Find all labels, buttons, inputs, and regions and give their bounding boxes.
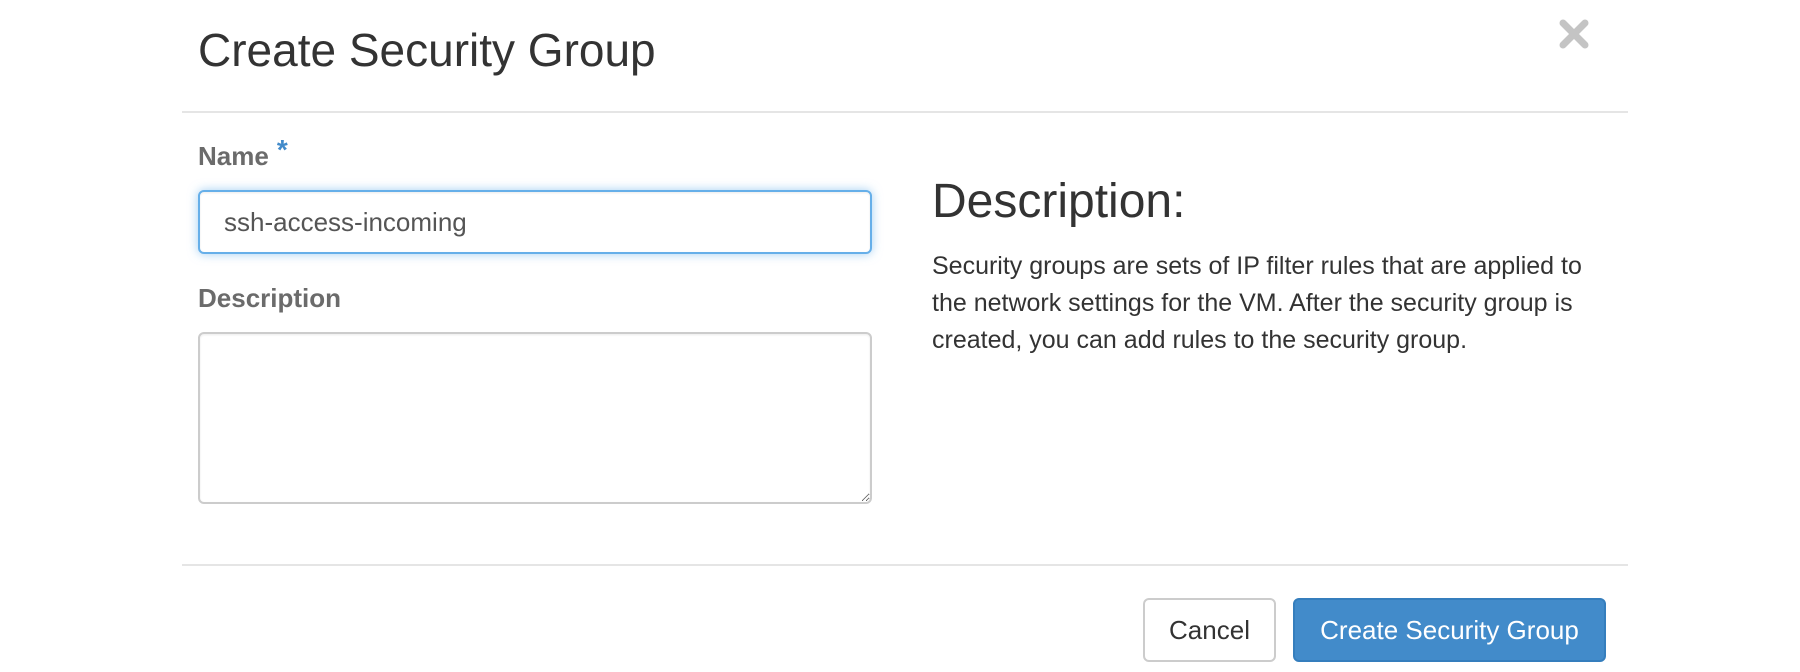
required-marker: * <box>276 134 288 165</box>
cancel-button[interactable]: Cancel <box>1143 598 1276 662</box>
modal-header: Create Security Group <box>182 0 1628 113</box>
name-field-label: Name * <box>198 134 288 172</box>
create-security-group-button[interactable]: Create Security Group <box>1293 598 1606 662</box>
help-text: Security groups are sets of IP filter ru… <box>932 252 1582 354</box>
modal-footer: Cancel Create Security Group <box>182 564 1628 672</box>
description-textarea[interactable] <box>198 332 872 504</box>
description-field-label: Description <box>198 283 342 313</box>
modal-title: Create Security Group <box>198 24 656 76</box>
name-input[interactable] <box>198 190 872 254</box>
close-icon <box>1559 19 1589 49</box>
close-button[interactable] <box>1556 16 1592 52</box>
help-panel: Description: Security groups are sets of… <box>932 172 1612 359</box>
name-label-text: Name <box>198 141 269 171</box>
create-security-group-modal: Create Security Group Name* Description … <box>182 0 1628 670</box>
help-heading: Description: <box>932 175 1186 228</box>
